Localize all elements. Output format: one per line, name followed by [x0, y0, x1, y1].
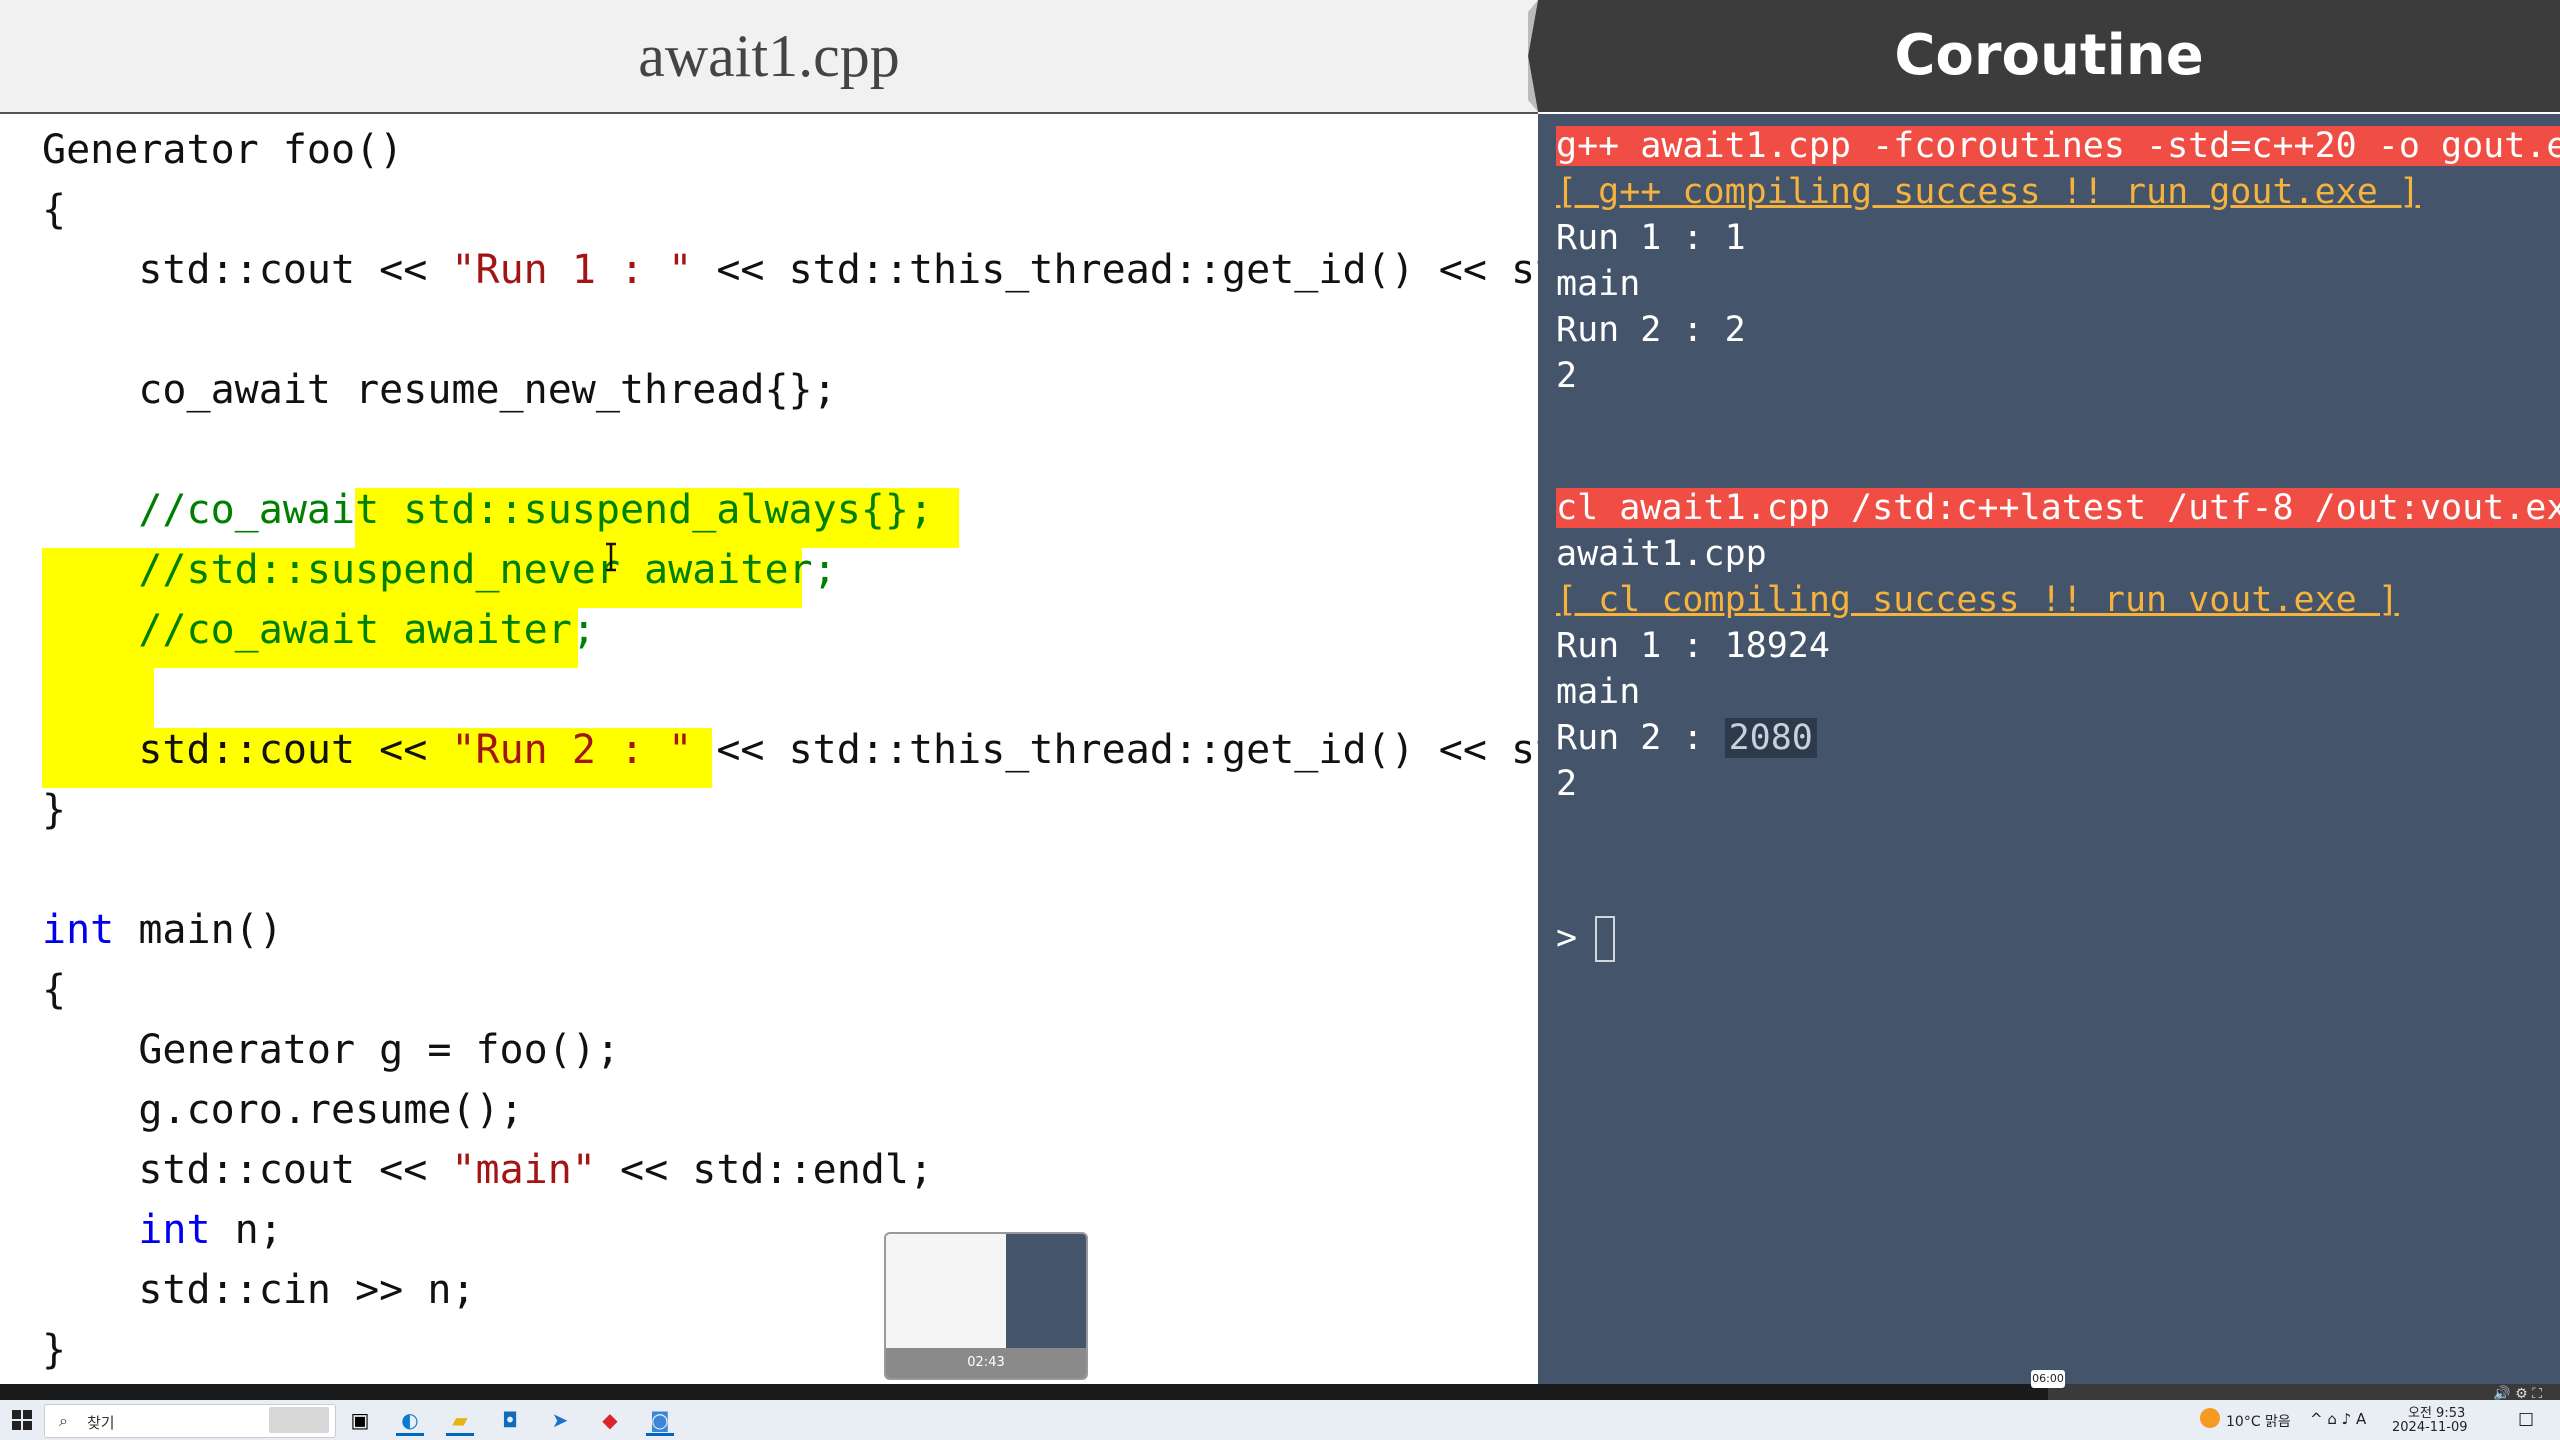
- code-line: co_await resume_new_thread{};: [42, 367, 837, 413]
- terminal-line-gpp-command: g++ await1.cpp -fcoroutines -std=c++20 -…: [1556, 124, 2560, 169]
- edge-browser-icon[interactable]: ◐: [392, 1404, 428, 1436]
- notification-icon[interactable]: ☐: [2518, 1410, 2534, 1431]
- taskbar-search-input[interactable]: ⌕ 찾기: [44, 1404, 336, 1438]
- prompt-symbol: >: [1556, 918, 1578, 958]
- code-line: }: [42, 787, 67, 833]
- editor-file-title: await1.cpp: [638, 23, 900, 89]
- code-line: }: [42, 1327, 67, 1373]
- terminal-line-cl-success: [ cl compiling success !! run vout.exe ]: [1556, 578, 2399, 623]
- cl-success-message: [ cl compiling success !! run vout.exe ]: [1556, 580, 2399, 620]
- code-line: std::cout << "main" << std::endl;: [42, 1147, 934, 1193]
- code-line: //std::suspend_never awaiter;: [42, 547, 837, 593]
- ime-indicator[interactable]: A: [2356, 1410, 2366, 1428]
- terminal-output[interactable]: g++ await1.cpp -fcoroutines -std=c++20 -…: [1538, 114, 2560, 1384]
- windows-start-icon[interactable]: [10, 1408, 34, 1432]
- preview-editor: [886, 1234, 1006, 1348]
- file-explorer-icon[interactable]: ▰: [442, 1404, 478, 1436]
- code-line: std::cout << "Run 2 : " << std::this_thr…: [42, 727, 1538, 773]
- clock-date[interactable]: 2024-11-09: [2392, 1420, 2468, 1435]
- code-line: std::cin >> n;: [42, 1267, 476, 1313]
- weather-text[interactable]: 10°C 맑음: [2226, 1411, 2291, 1431]
- terminal-output-line: main: [1556, 672, 1641, 712]
- code-line: {: [42, 187, 67, 233]
- search-icon: ⌕: [59, 1411, 68, 1430]
- video-progress-bar[interactable]: 06:00: [0, 1370, 2560, 1400]
- active-app-icon[interactable]: ◙: [642, 1404, 678, 1436]
- clock-time[interactable]: 오전 9:53: [2408, 1402, 2465, 1421]
- task-view-icon[interactable]: ▣: [342, 1404, 378, 1436]
- weather-icon[interactable]: [2200, 1408, 2220, 1428]
- terminal-output-line: main: [1556, 264, 1641, 304]
- video-preview-thumbnail: 02:43: [884, 1232, 1088, 1380]
- code-line: //co_await std::suspend_always{};: [42, 487, 934, 533]
- app-arrow-icon[interactable]: ➤: [542, 1404, 578, 1436]
- terminal-output-line: Run 1 : 1: [1556, 218, 1746, 258]
- code-line: Generator g = foo();: [42, 1027, 620, 1073]
- preview-timestamp: 02:43: [886, 1348, 1086, 1378]
- cl-command: cl await1.cpp /std:c++latest /utf-8 /out…: [1556, 488, 2560, 528]
- code-line: int main(): [42, 907, 283, 953]
- gpp-success-message: [ g++ compiling success !! run gout.exe …: [1556, 172, 2420, 212]
- terminal-output-line: await1.cpp: [1556, 534, 1767, 574]
- terminal-title: Coroutine: [1894, 23, 2204, 88]
- taskbar: ⌕ 찾기 ▣ ◐ ▰ ◘ ➤ ◆ ◙ 10°C 맑음 ^ ⌂ ♪ A 오전 9:…: [0, 1400, 2560, 1440]
- terminal-output-line: Run 2 : 2080: [1556, 716, 1817, 761]
- code-line: std::cout << "Run 1 : " << std::this_thr…: [42, 247, 1538, 293]
- terminal-prompt-line[interactable]: >: [1556, 916, 1616, 962]
- code-line: Generator foo(): [42, 127, 404, 173]
- terminal-output-line: Run 1 : 18924: [1556, 626, 1830, 666]
- text-cursor-icon: [606, 542, 616, 572]
- selection-highlight: [42, 668, 154, 728]
- pdf-reader-icon[interactable]: ◆: [592, 1404, 628, 1436]
- selected-thread-id: 2080: [1724, 718, 1817, 758]
- terminal-output-line: 2: [1556, 764, 1578, 804]
- code-line: //co_await awaiter;: [42, 607, 596, 653]
- speaker-icon[interactable]: ♪: [2342, 1410, 2352, 1428]
- preview-terminal: [1006, 1234, 1086, 1348]
- progress-played: [0, 1384, 2048, 1400]
- search-placeholder: 찾기: [87, 1414, 115, 1432]
- tray-icons[interactable]: ^ ⌂ ♪ A: [2310, 1410, 2366, 1428]
- outlook-icon[interactable]: ◘: [492, 1404, 528, 1436]
- terminal-line-gpp-success: [ g++ compiling success !! run gout.exe …: [1556, 170, 2420, 215]
- run2-prefix: Run 2 :: [1556, 718, 1725, 758]
- code-line: g.coro.resume();: [42, 1087, 524, 1133]
- code-line: {: [42, 967, 67, 1013]
- terminal-cursor: [1595, 916, 1616, 962]
- chevron-up-icon[interactable]: ^: [2310, 1410, 2323, 1428]
- search-highlight-image: [269, 1407, 329, 1433]
- code-line: int n;: [138, 1207, 283, 1253]
- terminal-output-line: Run 2 : 2: [1556, 310, 1746, 350]
- terminal-line-cl-command: cl await1.cpp /std:c++latest /utf-8 /out…: [1556, 486, 2560, 531]
- progress-time-tooltip[interactable]: 06:00: [2031, 1370, 2065, 1388]
- network-icon[interactable]: ⌂: [2327, 1410, 2337, 1428]
- system-tray: 10°C 맑음 ^ ⌂ ♪ A 오전 9:53 2024-11-09 ☐: [2200, 1400, 2560, 1440]
- terminal-output-line: 2: [1556, 356, 1578, 396]
- gpp-command: g++ await1.cpp -fcoroutines -std=c++20 -…: [1556, 126, 2560, 166]
- code-editor[interactable]: Generator foo() { std::cout << "Run 1 : …: [0, 114, 1538, 1384]
